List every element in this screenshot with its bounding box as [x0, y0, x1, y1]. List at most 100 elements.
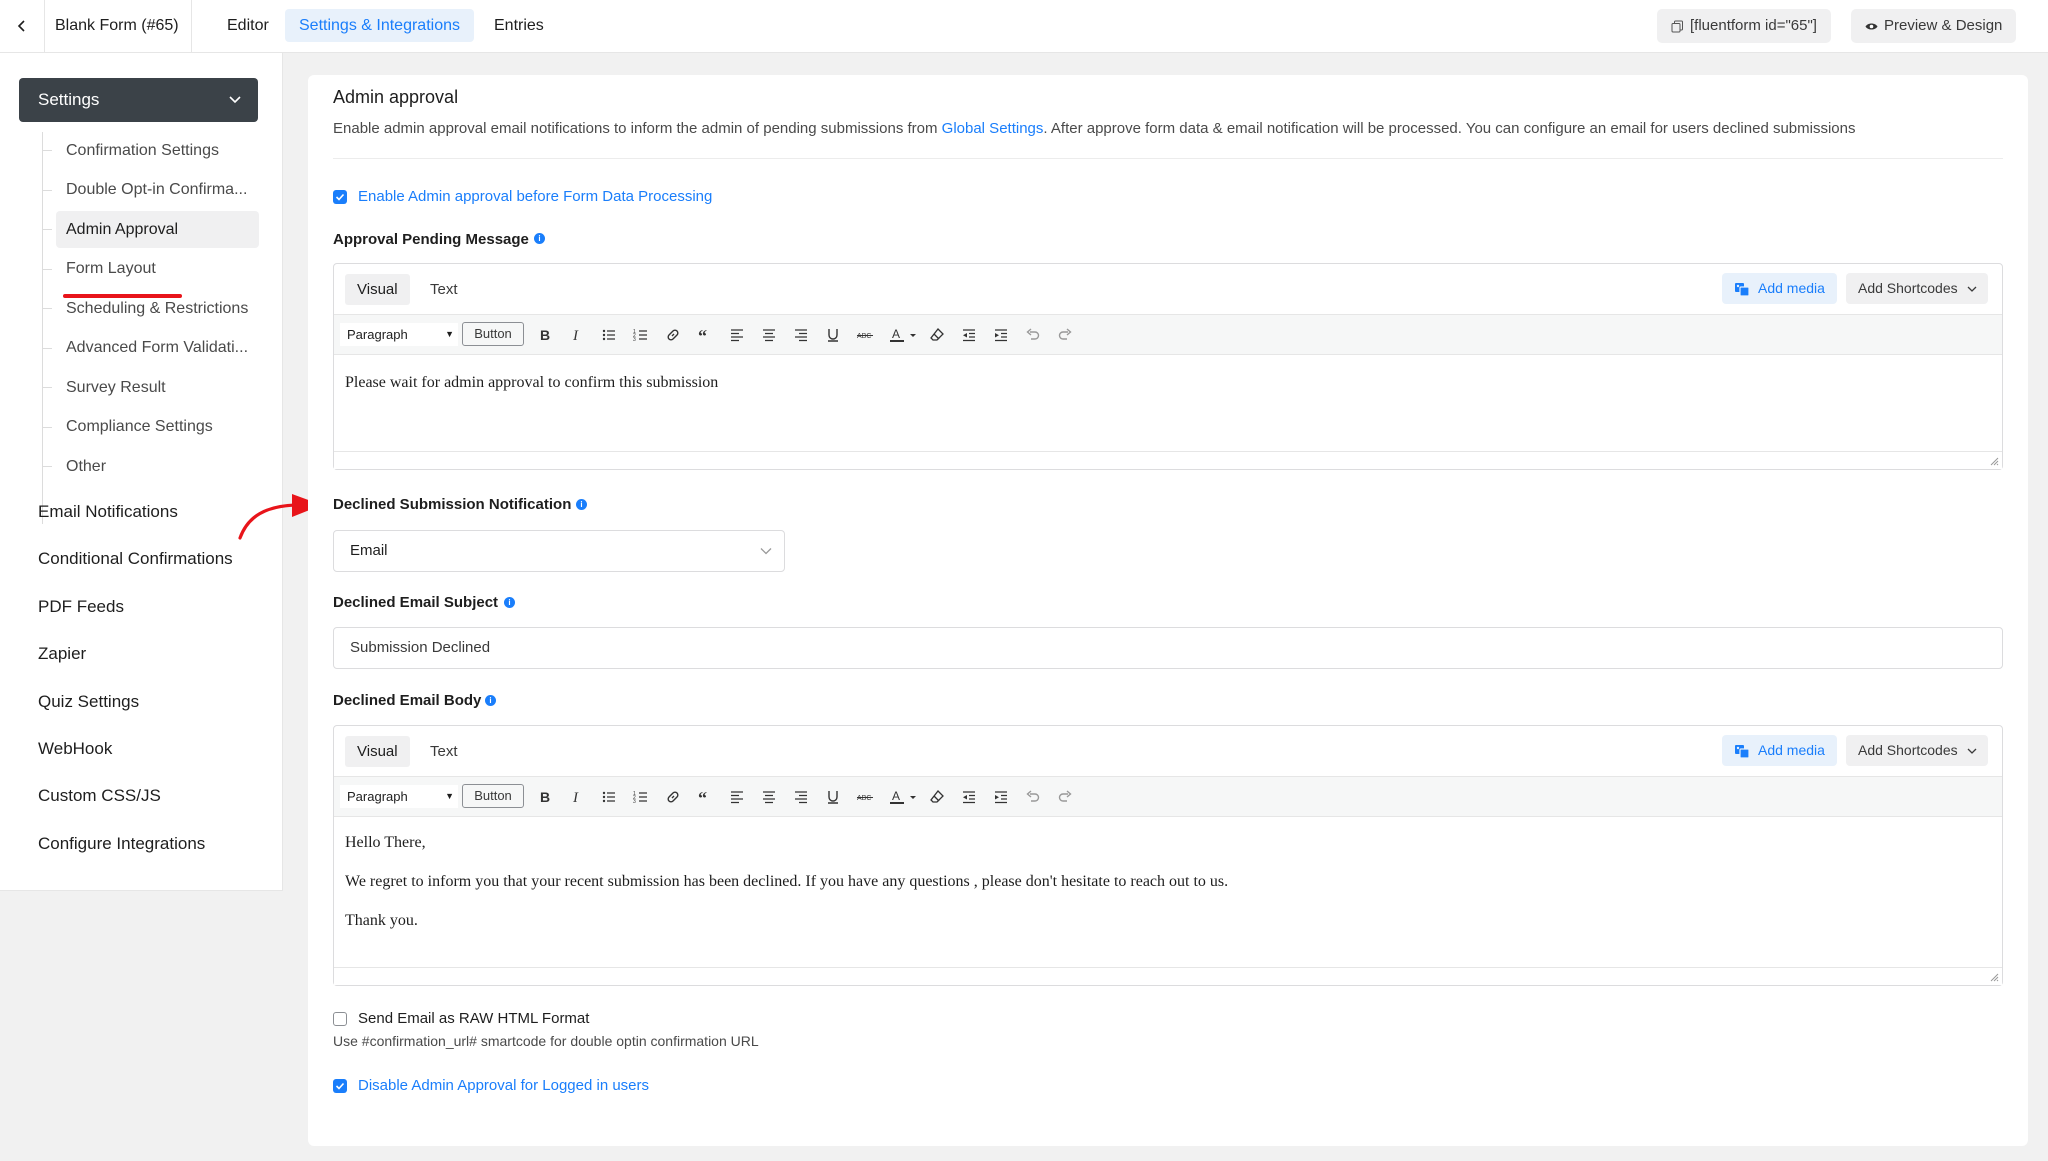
disable-logged-in-label[interactable]: Disable Admin Approval for Logged in use… [358, 1077, 649, 1094]
global-settings-link[interactable]: Global Settings [942, 120, 1044, 137]
undo-icon[interactable] [1024, 788, 1042, 806]
tab-editor[interactable]: Editor [213, 9, 283, 42]
info-icon[interactable]: i [485, 695, 496, 706]
outdent-icon[interactable] [960, 326, 978, 344]
declined-notification-select[interactable]: Email [333, 530, 785, 572]
page-title: Admin approval [333, 87, 459, 107]
outdent-icon[interactable] [960, 788, 978, 806]
align-right-icon[interactable] [792, 788, 810, 806]
enable-admin-approval-checkbox[interactable] [333, 190, 347, 204]
resize-handle-icon[interactable] [1990, 457, 1999, 466]
sidebar-item-admin-approval[interactable]: Admin Approval [56, 211, 259, 248]
add-shortcodes-button[interactable]: Add Shortcodes [1846, 735, 1988, 766]
shortcode-label: [fluentform id="65"] [1690, 17, 1817, 34]
tab-visual[interactable]: Visual [345, 274, 410, 305]
undo-icon[interactable] [1024, 326, 1042, 344]
add-media-button[interactable]: Add media [1722, 735, 1837, 766]
align-center-icon[interactable] [760, 788, 778, 806]
sidebar-item-pdf-feeds[interactable]: PDF Feeds [38, 597, 124, 617]
raw-html-label[interactable]: Send Email as RAW HTML Format [358, 1010, 589, 1027]
sidebar-item-scheduling-restrictions[interactable]: Scheduling & Restrictions [56, 290, 259, 327]
blockquote-icon[interactable]: “ [696, 788, 714, 806]
sidebar-item-double-optin[interactable]: Double Opt-in Confirma... [56, 171, 259, 208]
bullet-list-icon[interactable] [600, 788, 618, 806]
description-text: Enable admin approval email notification… [333, 120, 942, 137]
info-icon[interactable]: i [534, 233, 545, 244]
add-media-button[interactable]: Add media [1722, 273, 1837, 304]
submenu-tick [42, 308, 52, 309]
align-left-icon[interactable] [728, 788, 746, 806]
editor-header: Visual Text Add media Add Shortcodes [334, 726, 2002, 776]
text-color-icon[interactable]: A [888, 326, 906, 344]
preview-design-button[interactable]: Preview & Design [1851, 9, 2017, 43]
align-right-icon[interactable] [792, 326, 810, 344]
sidebar-item-advanced-validation[interactable]: Advanced Form Validati... [56, 329, 259, 366]
svg-text:3: 3 [633, 799, 636, 805]
sidebar-item-confirmation-settings[interactable]: Confirmation Settings [56, 132, 259, 169]
declined-subject-input[interactable]: Submission Declined [333, 627, 2003, 669]
sidebar-item-email-notifications[interactable]: Email Notifications [38, 502, 178, 522]
disable-logged-in-checkbox[interactable] [333, 1079, 347, 1093]
info-icon[interactable]: i [576, 499, 587, 510]
sidebar-item-webhook[interactable]: WebHook [38, 739, 112, 759]
align-left-icon[interactable] [728, 326, 746, 344]
link-icon[interactable] [664, 788, 682, 806]
back-button[interactable] [0, 0, 45, 52]
sidebar-item-survey-result[interactable]: Survey Result [56, 369, 259, 406]
settings-menu-toggle[interactable]: Settings [19, 78, 258, 122]
redo-icon[interactable] [1056, 788, 1074, 806]
add-shortcodes-button[interactable]: Add Shortcodes [1846, 273, 1988, 304]
chevron-down-icon [1967, 748, 1977, 754]
svg-text:B: B [540, 327, 550, 343]
enable-admin-approval-label[interactable]: Enable Admin approval before Form Data P… [358, 188, 712, 205]
blockquote-icon[interactable]: “ [696, 326, 714, 344]
clear-formatting-icon[interactable] [928, 326, 946, 344]
sidebar-item-zapier[interactable]: Zapier [38, 644, 86, 664]
sidebar-item-conditional-confirmations[interactable]: Conditional Confirmations [38, 549, 233, 569]
sidebar-item-custom-css-js[interactable]: Custom CSS/JS [38, 786, 161, 806]
strikethrough-icon[interactable]: ABC [856, 788, 874, 806]
sidebar-item-form-layout[interactable]: Form Layout [56, 250, 259, 287]
sidebar-item-quiz-settings[interactable]: Quiz Settings [38, 692, 139, 712]
insert-button[interactable]: Button [462, 784, 524, 808]
underline-icon[interactable] [824, 788, 842, 806]
raw-html-checkbox[interactable] [333, 1012, 347, 1026]
insert-button[interactable]: Button [462, 322, 524, 346]
tab-text[interactable]: Text [418, 274, 470, 305]
indent-icon[interactable] [992, 788, 1010, 806]
checkmark-icon [335, 1082, 345, 1090]
bold-icon[interactable]: B [536, 788, 554, 806]
clear-formatting-icon[interactable] [928, 788, 946, 806]
pending-message-content[interactable]: Please wait for admin approval to confir… [334, 355, 2002, 392]
sidebar-item-compliance-settings[interactable]: Compliance Settings [56, 408, 259, 445]
tab-visual[interactable]: Visual [345, 736, 410, 767]
indent-icon[interactable] [992, 326, 1010, 344]
sidebar-item-other[interactable]: Other [56, 448, 259, 485]
strikethrough-icon[interactable]: ABC [856, 326, 874, 344]
text-color-icon[interactable]: A [888, 788, 906, 806]
numbered-list-icon[interactable]: 123 [632, 788, 650, 806]
submenu-tick [42, 348, 52, 349]
sidebar-item-configure-integrations[interactable]: Configure Integrations [38, 834, 205, 854]
add-media-label: Add media [1758, 280, 1825, 296]
tab-entries[interactable]: Entries [480, 9, 558, 42]
text-color-dropdown-icon[interactable] [908, 788, 918, 806]
underline-icon[interactable] [824, 326, 842, 344]
tab-text[interactable]: Text [418, 736, 470, 767]
align-center-icon[interactable] [760, 326, 778, 344]
declined-body-content[interactable]: Hello There, We regret to inform you tha… [334, 817, 2002, 930]
bold-icon[interactable]: B [536, 326, 554, 344]
copy-shortcode-button[interactable]: [fluentform id="65"] [1657, 9, 1831, 43]
link-icon[interactable] [664, 326, 682, 344]
italic-icon[interactable]: I [568, 788, 586, 806]
italic-icon[interactable]: I [568, 326, 586, 344]
paragraph-select[interactable]: Paragraph ▼ [340, 785, 458, 808]
resize-handle-icon[interactable] [1990, 973, 1999, 982]
paragraph-select[interactable]: Paragraph ▼ [340, 323, 458, 346]
tab-settings-integrations[interactable]: Settings & Integrations [285, 9, 474, 42]
redo-icon[interactable] [1056, 326, 1074, 344]
info-icon[interactable]: i [504, 597, 515, 608]
numbered-list-icon[interactable]: 123 [632, 326, 650, 344]
text-color-dropdown-icon[interactable] [908, 326, 918, 344]
bullet-list-icon[interactable] [600, 326, 618, 344]
